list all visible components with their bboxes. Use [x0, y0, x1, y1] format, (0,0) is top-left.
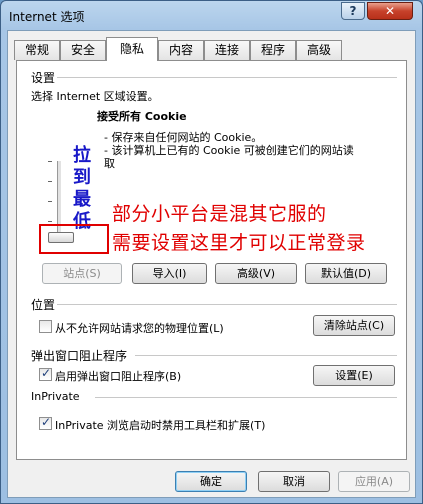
inprivate-divider	[95, 397, 397, 398]
annotation-line-1: 部分小平台是混其它服的	[112, 199, 327, 226]
inprivate-checkbox-label: InPrivate 浏览启动时禁用工具栏和扩展(T)	[55, 419, 266, 432]
slider-tick	[48, 161, 52, 162]
window-title: Internet 选项	[9, 10, 85, 24]
annotation-line-2: 需要设置这里才可以正常登录	[112, 228, 366, 255]
location-checkbox-label: 从不允许网站请求您的物理位置(L)	[55, 322, 224, 335]
apply-button[interactable]: 应用(A)	[338, 471, 410, 492]
checkmark-icon: ✓	[41, 415, 52, 429]
slider-tick	[48, 201, 52, 202]
slider-tick	[48, 181, 52, 182]
annotation-vertical-text: 拉 到 最 低	[72, 145, 92, 233]
default-level-button[interactable]: 默认值(D)	[305, 263, 387, 284]
privacy-level-title: 接受所有 Cookie	[97, 110, 187, 123]
tab-programs[interactable]: 程序	[250, 40, 296, 60]
cancel-button[interactable]: 取消	[258, 471, 330, 492]
popup-blocker-header: 弹出窗口阻止程序	[31, 349, 128, 363]
inprivate-checkbox[interactable]: ✓	[39, 415, 52, 430]
sites-button[interactable]: 站点(S)	[42, 263, 122, 284]
tab-security[interactable]: 安全	[60, 40, 106, 60]
advanced-button[interactable]: 高级(V)	[215, 263, 297, 284]
dialog-client-area: 常规 安全 隐私 内容 连接 程序 高级 设置 选择 Internet 区域设置…	[7, 30, 416, 498]
help-button[interactable]: ?	[341, 2, 365, 20]
settings-header: 设置	[31, 71, 56, 85]
popup-blocker-checkbox-label: 启用弹出窗口阻止程序(B)	[55, 370, 182, 383]
slider-tick	[48, 221, 52, 222]
tab-connections[interactable]: 连接	[204, 40, 250, 60]
import-button[interactable]: 导入(I)	[132, 263, 207, 284]
privacy-level-bullet-2: - 该计算机上已有的 Cookie 可被创建它们的网站读	[104, 144, 354, 157]
annotation-highlight-box	[39, 224, 109, 254]
ok-button[interactable]: 确定	[175, 471, 247, 492]
tab-general[interactable]: 常规	[14, 40, 60, 60]
internet-options-window: Internet 选项 ? ✕ 常规 安全 隐私 内容 连接 程序 高级 设置 …	[0, 0, 423, 504]
settings-instruction: 选择 Internet 区域设置。	[31, 90, 159, 103]
location-checkbox[interactable]	[39, 320, 52, 333]
checkmark-icon: ✓	[41, 366, 52, 380]
settings-divider	[57, 77, 397, 78]
tab-content[interactable]: 内容	[158, 40, 204, 60]
popup-divider	[135, 355, 397, 356]
privacy-level-bullet-2-cont: 取	[104, 157, 115, 170]
popup-settings-button[interactable]: 设置(E)	[313, 365, 395, 386]
location-header: 位置	[31, 298, 56, 312]
tab-privacy[interactable]: 隐私	[106, 37, 158, 61]
inprivate-header: InPrivate	[31, 390, 80, 403]
title-bar[interactable]: Internet 选项 ? ✕	[1, 1, 422, 31]
privacy-panel: 设置 选择 Internet 区域设置。 接受所有 Cookie - 保存来自任…	[16, 60, 407, 460]
annotation-char: 最	[73, 189, 91, 210]
clear-sites-button[interactable]: 清除站点(C)	[313, 315, 395, 336]
popup-blocker-checkbox[interactable]: ✓	[39, 366, 52, 381]
location-divider	[57, 304, 397, 305]
tab-advanced[interactable]: 高级	[296, 40, 342, 60]
annotation-char: 到	[73, 167, 91, 188]
close-button[interactable]: ✕	[367, 2, 413, 20]
annotation-char: 拉	[73, 145, 91, 166]
